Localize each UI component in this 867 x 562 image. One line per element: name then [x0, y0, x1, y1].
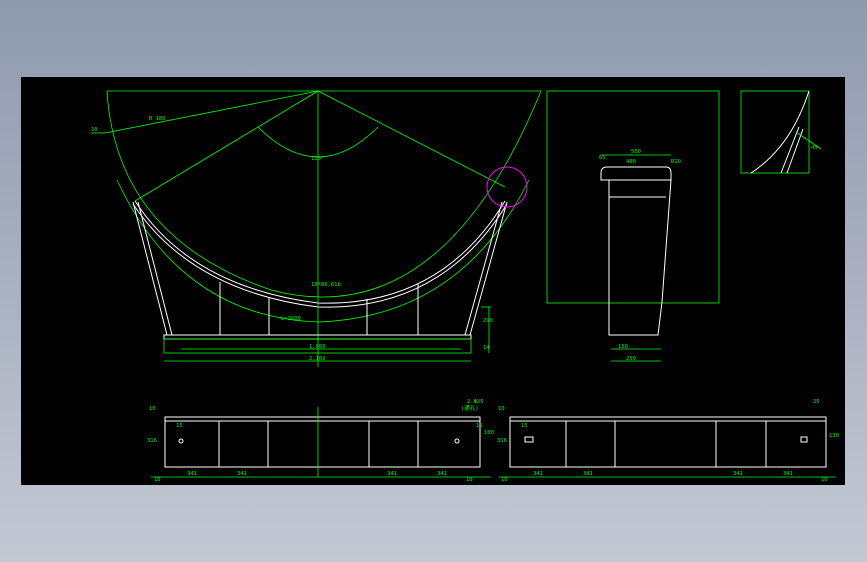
label-e1-edge-left: 10: [154, 477, 161, 483]
label-side-top: 500: [631, 149, 641, 155]
label-width-outer: 2,160: [309, 356, 326, 362]
label-e2-edge-right: 10: [821, 477, 828, 483]
label-e1-dim-b: 15: [176, 423, 183, 429]
side-view: 500 65 400 R10 150 250: [546, 90, 720, 362]
label-width-inner: 1,960: [309, 344, 326, 350]
elev2-ribs: [565, 421, 767, 467]
elev1-hole-right: [454, 438, 460, 444]
label-e2-spacing-3: 341: [733, 471, 743, 477]
detail-frame: [740, 90, 810, 174]
label-e1-dim-a: 10: [149, 406, 156, 412]
label-e2-spacing-4: 341: [783, 471, 793, 477]
side-profile: [600, 166, 672, 336]
label-e2-edge-left: 10: [501, 477, 508, 483]
label-side-b: 400: [626, 159, 636, 165]
label-r-small: 10: [91, 127, 98, 133]
label-e1-spacing-2: 341: [237, 471, 247, 477]
label-e1-spacing-3: 341: [387, 471, 397, 477]
cad-drawing-canvas[interactable]: R_180 10 120° L=3600 10*80,61b 1,960 2,1…: [21, 77, 845, 485]
label-e2-spacing-1: 341: [533, 471, 543, 477]
dimension-arc: [116, 179, 530, 323]
label-radius: R_180: [149, 116, 166, 122]
elev2-hole-right: [800, 436, 808, 443]
label-height-a: 290: [483, 318, 493, 324]
base-plate-top: [163, 334, 472, 340]
label-angle: 120°: [311, 156, 324, 162]
elev2-outline: [509, 416, 827, 468]
label-detail-angle: 45: [811, 145, 818, 151]
elev2-hole-left: [524, 436, 534, 443]
radial-right: [317, 90, 506, 188]
label-side-a: 65: [599, 155, 606, 161]
label-e2-top: 25: [813, 399, 820, 405]
ribs: [219, 282, 419, 335]
label-e2-right-a: 130: [829, 433, 839, 439]
label-e1-spacing-1: 341: [187, 471, 197, 477]
radial-leader: [104, 90, 319, 134]
radial-left: [134, 90, 319, 202]
elev1-ribs: [218, 421, 419, 467]
detail-marker: [486, 166, 528, 208]
elevation-right: 10 15 316 25 130 341 341 341 341 10 10: [497, 399, 839, 483]
elev1-outline: [164, 416, 481, 468]
label-e1-edge-right: 10: [466, 477, 473, 483]
right-leg: [464, 201, 508, 336]
label-e2-left-b: 15: [521, 423, 528, 429]
label-e1-spacing-4: 341: [437, 471, 447, 477]
label-e2-left-a: 10: [498, 406, 505, 412]
elev1-hole-left: [178, 438, 184, 444]
label-side-c: R10: [671, 159, 681, 165]
elevation-left: 10 15 316 341 341 341 341 10 10 2-Φ25 (通…: [147, 399, 494, 483]
detail-view: 45: [740, 90, 822, 174]
label-e1-right-c: 15: [476, 423, 483, 429]
label-arc-length: L=3600: [281, 316, 301, 322]
detail-curve: [750, 90, 810, 174]
label-e1-right-b: (通孔): [461, 404, 479, 412]
saddle-curve-inner: [132, 203, 508, 308]
label-e1-right-a: 2-Φ25: [467, 399, 484, 405]
label-e1-dim-c: 316: [147, 438, 157, 444]
front-view: R_180 10 120° L=3600 10*80,61b 1,960 2,1…: [91, 90, 542, 367]
detail-leg: [780, 126, 804, 174]
label-e2-left-c: 316: [497, 438, 507, 444]
left-leg: [132, 201, 173, 336]
label-e2-spacing-2: 341: [583, 471, 593, 477]
label-side-base-b: 250: [626, 356, 636, 362]
label-side-base-a: 150: [618, 344, 628, 350]
cad-drawing: R_180 10 120° L=3600 10*80,61b 1,960 2,1…: [91, 90, 839, 483]
label-e1-right-d: 100: [484, 430, 494, 436]
label-height-b: 14: [483, 345, 490, 351]
label-note: 10*80,61b: [311, 282, 341, 288]
outer-arc: [106, 90, 542, 298]
